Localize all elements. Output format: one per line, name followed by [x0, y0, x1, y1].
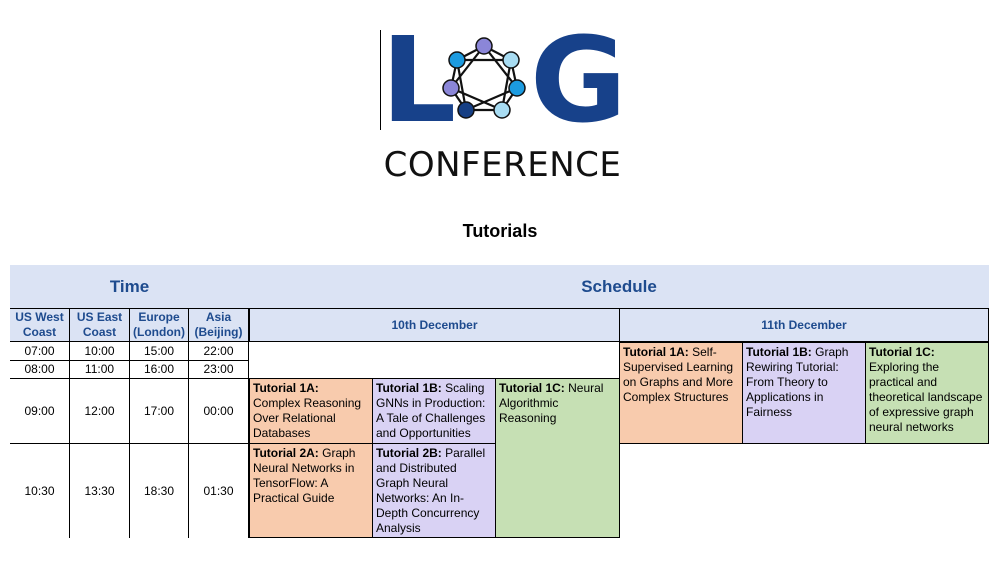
empty-slot	[249, 342, 620, 379]
time-cell: 10:30	[10, 444, 70, 538]
time-cell: 15:00	[130, 342, 189, 361]
tutorial-card-1a-day2: Tutorial 1A: Self-Supervised Learning on…	[619, 342, 743, 444]
tutorial-card-1c-day2: Tutorial 1C: Exploring the practical and…	[865, 342, 989, 444]
time-cell: 01:30	[189, 444, 249, 538]
tutorial-card-2b-day1: Tutorial 2B: Parallel and Distributed Gr…	[372, 443, 496, 538]
tutorial-title: Exploring the practical and theoretical …	[869, 360, 983, 434]
tutorial-code: Tutorial 1C:	[869, 345, 935, 359]
day-header-11-december: 11th December	[619, 308, 989, 342]
zone-header-europe: Europe (London)	[130, 308, 189, 342]
time-header: Time	[10, 265, 249, 308]
tutorial-schedule-table: Time Schedule US West Coast US East Coas…	[10, 265, 989, 540]
tutorial-code: Tutorial 1A:	[623, 345, 689, 359]
tutorial-code: Tutorial 2B:	[376, 446, 442, 460]
time-cell: 12:00	[70, 379, 130, 444]
tutorial-title: Complex Reasoning Over Relational Databa…	[253, 396, 362, 440]
time-cell: 11:00	[70, 361, 130, 379]
schedule-header: Schedule	[249, 265, 989, 308]
time-cell: 22:00	[189, 342, 249, 361]
page-title: Tutorials	[462, 221, 538, 241]
day-header-10-december: 10th December	[249, 308, 620, 342]
time-cell: 13:30	[70, 444, 130, 538]
time-cell: 16:00	[130, 361, 189, 379]
zone-header-us-east: US East Coast	[70, 308, 130, 342]
graph-ring-icon	[442, 37, 526, 119]
logo-letter-g: G	[530, 11, 627, 149]
tutorial-card-1b-day1: Tutorial 1B: Scaling GNNs in Production:…	[372, 378, 496, 444]
tutorial-card-1a-day1: Tutorial 1A: Complex Reasoning Over Rela…	[249, 378, 373, 444]
tutorial-card-1b-day2: Tutorial 1B: Graph Rewiring Tutorial: Fr…	[742, 342, 866, 444]
time-cell: 10:00	[70, 342, 130, 361]
tutorial-card-1c-day1: Tutorial 1C: Neural Algorithmic Reasonin…	[495, 378, 620, 538]
tutorial-code: Tutorial 1B:	[376, 381, 442, 395]
zone-header-asia: Asia (Beijing)	[189, 308, 249, 342]
tutorial-code: Tutorial 1A:	[253, 381, 319, 395]
time-cell: 09:00	[10, 379, 70, 444]
time-cell: 08:00	[10, 361, 70, 379]
time-cell: 07:00	[10, 342, 70, 361]
time-cell: 23:00	[189, 361, 249, 379]
logo-subtitle: CONFERENCE	[383, 145, 622, 185]
tutorial-code: Tutorial 1C:	[499, 381, 565, 395]
tutorial-card-2a-day1: Tutorial 2A: Graph Neural Networks in Te…	[249, 443, 373, 538]
time-cell: 18:30	[130, 444, 189, 538]
zone-header-us-west: US West Coast	[10, 308, 70, 342]
time-cell: 00:00	[189, 379, 249, 444]
tutorial-code: Tutorial 1B:	[746, 345, 812, 359]
log-conference-logo: L G CONFERENCE	[380, 11, 627, 190]
time-cell: 17:00	[130, 379, 189, 444]
tutorial-code: Tutorial 2A:	[253, 446, 319, 460]
